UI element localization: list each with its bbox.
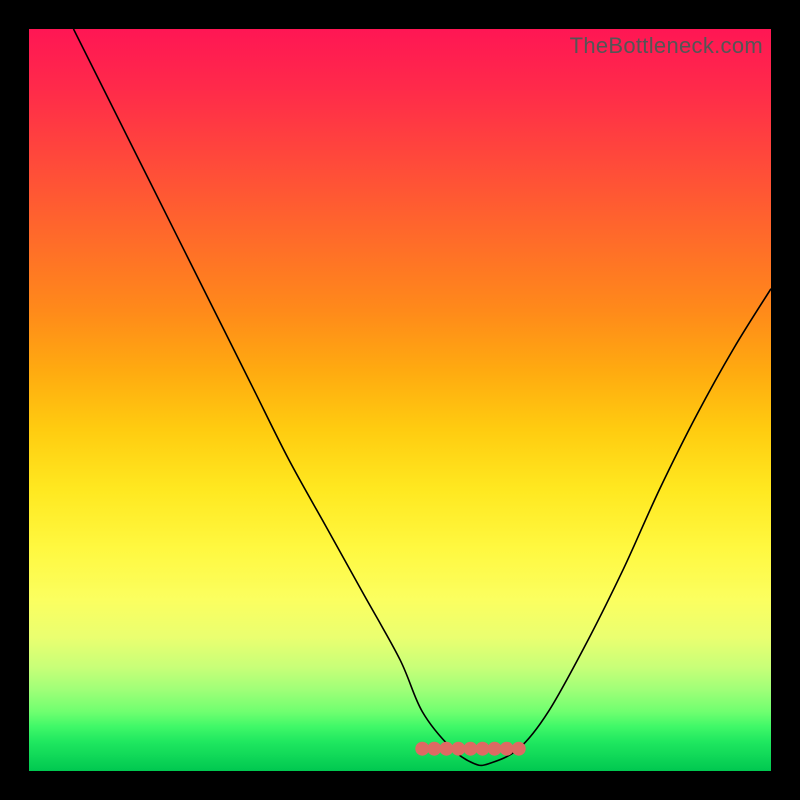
chart-plot-area: TheBottleneck.com: [29, 29, 771, 771]
optimal-band-markers: [415, 742, 525, 756]
chart-overlay: [29, 29, 771, 771]
chart-frame: TheBottleneck.com: [0, 0, 800, 800]
bottleneck-curve: [74, 29, 772, 765]
